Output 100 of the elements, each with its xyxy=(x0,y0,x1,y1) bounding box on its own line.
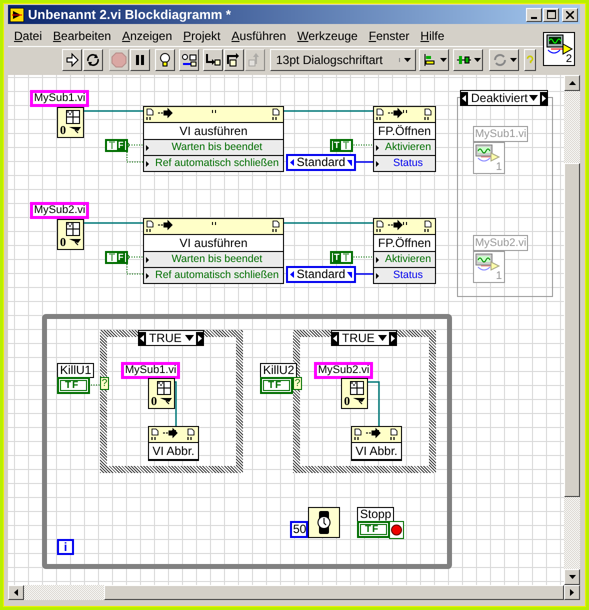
vi-label: MySub2.vi xyxy=(314,362,374,379)
menu-item[interactable]: Datei xyxy=(14,28,42,42)
run-continuously-button[interactable] xyxy=(83,49,103,71)
node-property: Ref automatisch schließen xyxy=(144,268,283,283)
distribute-button[interactable] xyxy=(453,49,483,71)
grid-icon xyxy=(66,222,80,236)
selector-terminal: ? xyxy=(293,377,302,390)
window-title: Unbenannt 2.vi Blockdiagramm * xyxy=(28,7,232,22)
menu-item[interactable]: Ausführen xyxy=(232,28,286,42)
toggle-icon xyxy=(342,253,350,262)
vi-label: MySub2.vi xyxy=(473,235,528,251)
light-bulb-icon xyxy=(157,52,173,68)
minimize-icon xyxy=(531,16,537,18)
index-label: 0 xyxy=(151,395,157,408)
enum-value: Standard xyxy=(296,268,346,281)
menu-item[interactable]: Projekt xyxy=(183,28,221,42)
right-arrow-icon xyxy=(196,332,203,344)
pause-button[interactable] xyxy=(130,49,150,71)
grid-icon xyxy=(66,110,80,124)
down-arrow-icon xyxy=(568,575,576,579)
wire xyxy=(90,384,100,386)
node-property: Warten bis beendet xyxy=(144,252,283,268)
left-arrow-icon xyxy=(332,332,339,344)
enum-value: Standard xyxy=(296,156,346,169)
constant-value: T xyxy=(333,253,340,262)
step-arrow-icon xyxy=(205,52,221,68)
help-button[interactable] xyxy=(524,49,536,71)
terminal-label: Stopp xyxy=(357,507,394,522)
vi-label: MySub1.vi xyxy=(473,126,528,142)
scroll-thumb[interactable] xyxy=(564,163,580,497)
up-arrow-icon xyxy=(568,81,576,85)
constant-value: F xyxy=(117,141,124,150)
node-title: VI Abbr. xyxy=(352,443,401,460)
run-button[interactable] xyxy=(62,49,82,71)
node-property: Aktivieren xyxy=(374,140,435,156)
node-property: Warten bis beendet xyxy=(144,140,283,156)
terminal-label: KillU1 xyxy=(57,363,94,378)
horizontal-scrollbar[interactable] xyxy=(8,585,580,600)
case-selector[interactable]: TRUE xyxy=(138,330,204,346)
close-button[interactable] xyxy=(562,8,578,22)
terminal-label: KillU2 xyxy=(260,363,298,378)
toggle-icon xyxy=(108,253,116,262)
reorder-button[interactable] xyxy=(489,49,519,71)
selector-value: TRUE xyxy=(341,331,376,345)
vi-label: MySub1.vi xyxy=(30,90,90,107)
grid-icon xyxy=(157,381,171,395)
scroll-left-button[interactable] xyxy=(8,585,24,600)
arrow-icon xyxy=(64,52,80,68)
menu-item[interactable]: Werkzeuge xyxy=(297,28,358,42)
scroll-thumb[interactable] xyxy=(104,585,564,600)
pointer-icon xyxy=(353,398,365,405)
align-button[interactable] xyxy=(419,49,449,71)
node-property: Status xyxy=(374,156,435,171)
highlight-button[interactable] xyxy=(155,49,175,71)
toggle-icon xyxy=(342,141,350,150)
wire xyxy=(368,381,380,426)
scroll-up-button[interactable] xyxy=(564,75,580,91)
menu-item[interactable]: Bearbeiten xyxy=(53,28,112,42)
right-arrow-icon xyxy=(570,589,574,596)
icon-number: 2 xyxy=(566,53,572,65)
dropdown-arrow-icon xyxy=(378,335,387,341)
constant-value: F xyxy=(117,253,124,262)
dropdown-arrow-icon xyxy=(347,272,352,278)
minimize-button[interactable] xyxy=(526,8,542,22)
selector-value: Deaktiviert xyxy=(470,91,529,105)
reorder-icon xyxy=(492,52,508,68)
maximize-icon xyxy=(546,10,556,19)
selector-value: TRUE xyxy=(148,331,183,345)
circular-arrows-icon xyxy=(85,52,101,68)
case-selector[interactable]: TRUE xyxy=(331,330,397,346)
boolean-terminal: TF xyxy=(357,521,390,538)
stop-sign-icon xyxy=(111,52,127,68)
scroll-right-button[interactable] xyxy=(564,585,580,600)
increment-arrows-icon xyxy=(290,159,295,166)
grid-icon xyxy=(350,381,364,395)
boolean-terminal: TF xyxy=(260,377,293,394)
step-into-button[interactable] xyxy=(203,49,223,71)
numeric-constant: 50 xyxy=(290,521,308,538)
caret-icon xyxy=(440,58,446,62)
menu-item[interactable]: Anzeigen xyxy=(122,28,172,42)
font-dropdown[interactable]: 13pt Dialogschriftart xyxy=(270,49,416,71)
vertical-scrollbar[interactable] xyxy=(564,75,580,585)
pointer-icon xyxy=(160,398,172,405)
menu-item[interactable]: Fenster xyxy=(368,28,410,42)
wire xyxy=(84,110,143,112)
node-property: Aktivieren xyxy=(374,252,435,268)
dropdown-arrow-icon xyxy=(347,160,352,166)
step-over-button[interactable] xyxy=(224,49,244,71)
vi-label: MySub1.vi xyxy=(121,362,180,379)
retain-wire-values-button[interactable] xyxy=(179,49,199,71)
icon-number: 1 xyxy=(496,271,502,282)
selector-terminal: ? xyxy=(100,377,109,390)
maximize-button[interactable] xyxy=(543,8,559,22)
increment-arrows-icon xyxy=(290,271,295,278)
toggle-icon xyxy=(108,141,116,150)
index-label: 0 xyxy=(344,395,350,408)
structure-selector[interactable]: Deaktiviert xyxy=(460,90,548,106)
caret-icon xyxy=(510,58,516,62)
menu-item[interactable]: Hilfe xyxy=(420,28,444,42)
scroll-down-button[interactable] xyxy=(564,569,580,585)
